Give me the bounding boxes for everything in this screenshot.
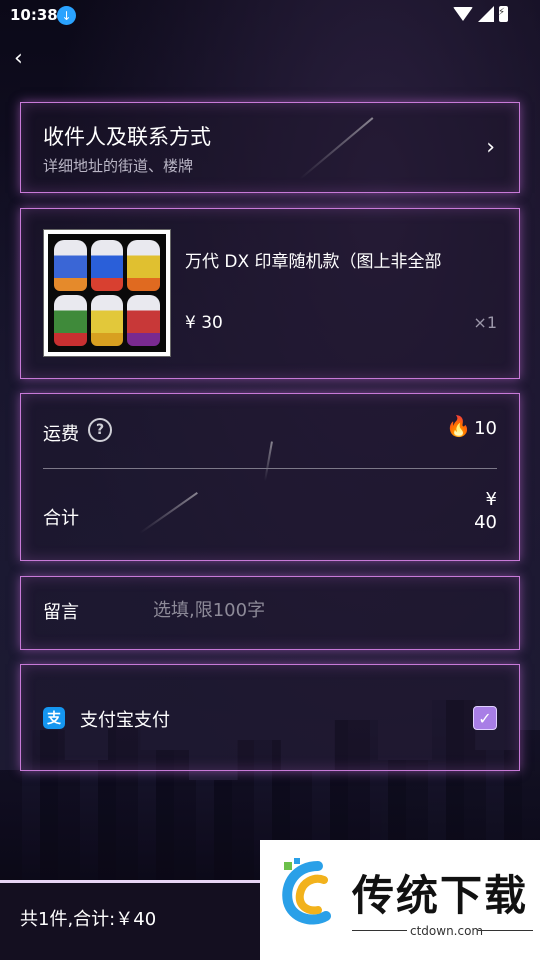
total-value-currency: ¥ <box>485 489 497 510</box>
watermark-title: 传统下载 <box>352 871 529 920</box>
watermark-line-right <box>478 930 533 931</box>
memo-label: 留言 <box>43 602 79 623</box>
payment-card[interactable]: 支 支付宝支付 ✓ <box>20 664 520 771</box>
download-icon: ↓ <box>57 6 76 25</box>
product-price: ¥ 30 <box>185 313 223 333</box>
address-card[interactable]: 收件人及联系方式 详细地址的街道、楼牌 › <box>20 102 520 193</box>
payment-method-label: 支付宝支付 <box>80 710 170 731</box>
alipay-icon: 支 <box>43 707 65 729</box>
chevron-right-icon: › <box>486 135 495 160</box>
memo-card: 留言 <box>20 576 520 650</box>
back-button[interactable]: ‹ <box>14 46 23 71</box>
shipping-value: 10 <box>474 418 497 439</box>
battery-icon <box>498 6 508 22</box>
bottom-summary-text: 共1件,合计:￥40 <box>20 909 157 930</box>
total-value: ¥ 40 <box>437 488 497 534</box>
watermark-overlay: 传统下载 ctdown.com <box>260 840 540 960</box>
signal-icon <box>478 6 494 22</box>
watermark-site: ctdown.com <box>410 924 484 938</box>
payment-checkbox[interactable]: ✓ <box>473 706 497 730</box>
watermark-logo <box>282 858 331 925</box>
memo-input[interactable] <box>151 591 485 629</box>
product-quantity: ×1 <box>473 313 497 332</box>
shipping-label: 运费 <box>43 424 79 445</box>
watermark-line-left <box>352 930 407 931</box>
address-subtitle: 详细地址的街道、楼牌 <box>43 157 194 175</box>
status-time: 10:38 <box>10 6 58 24</box>
total-value-amount: 40 <box>474 512 497 533</box>
product-card: 万代 DX 印章随机款（图上非全部 ¥ 30 ×1 <box>20 208 520 379</box>
product-title: 万代 DX 印章随机款（图上非全部 <box>185 252 442 272</box>
address-title: 收件人及联系方式 <box>43 125 211 149</box>
total-label: 合计 <box>43 508 79 529</box>
order-summary-card: 运费 ? 🔥 10 合计 ¥ 40 <box>20 393 520 561</box>
help-icon[interactable]: ? <box>88 418 112 442</box>
status-bar: 10:38 ↓ <box>0 0 540 32</box>
product-image <box>43 229 171 357</box>
flame-icon: 🔥 <box>446 414 471 438</box>
divider <box>43 468 497 469</box>
wifi-icon <box>453 7 473 21</box>
